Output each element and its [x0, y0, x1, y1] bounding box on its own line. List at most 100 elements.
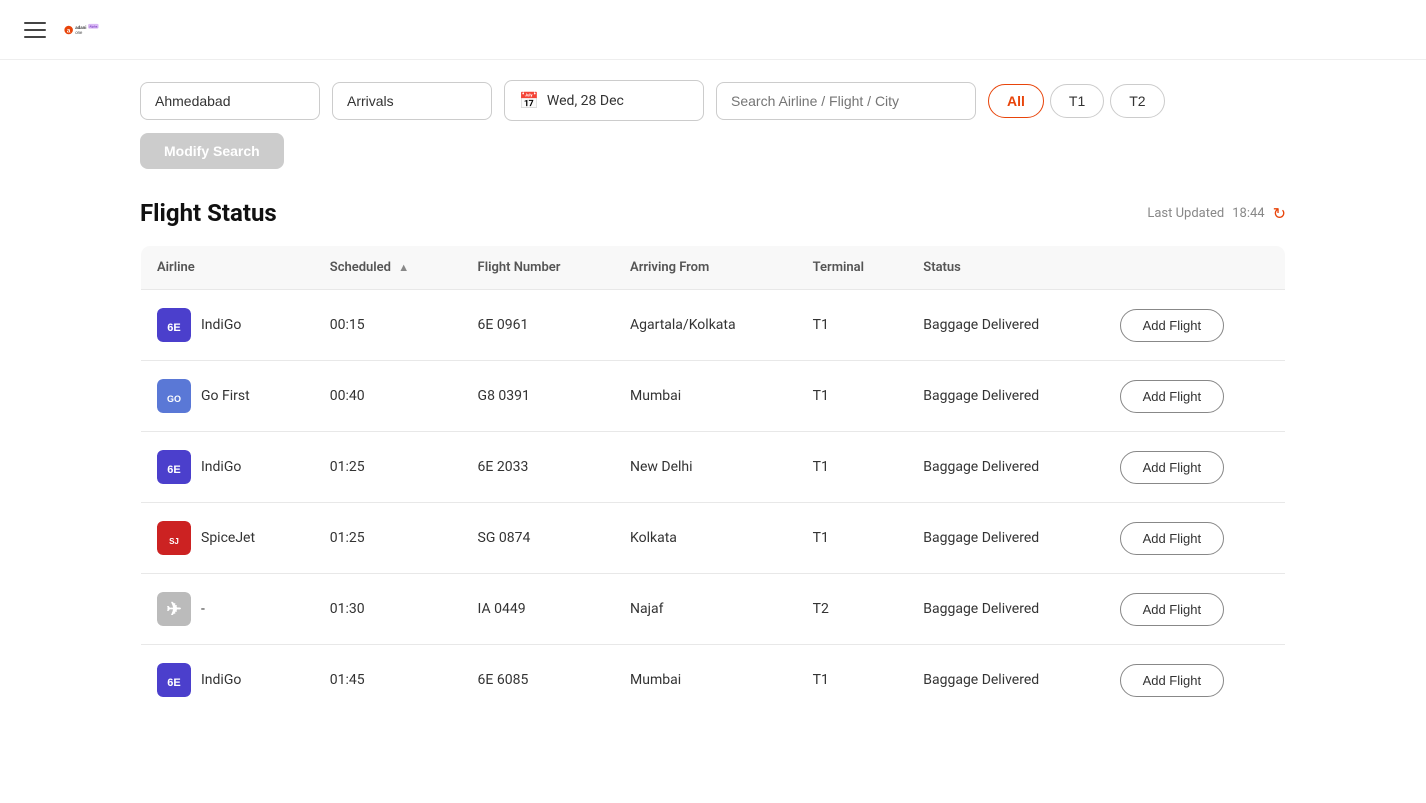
table-body: 6E IndiGo 00:15 6E 0961 Agartala/Kolkata… [141, 290, 1286, 716]
airline-name-0: IndiGo [201, 317, 241, 333]
action-cell-0: Add Flight [1104, 290, 1286, 361]
city-input[interactable] [140, 82, 320, 120]
airline-logo-3: SJ [157, 521, 191, 555]
table-row: SJ SpiceJet 01:25 SG 0874 Kolkata T1 Bag… [141, 503, 1286, 574]
filter-all-button[interactable]: All [988, 84, 1044, 118]
flight-number-cell-0: 6E 0961 [462, 290, 614, 361]
svg-text:one: one [75, 29, 83, 34]
add-flight-button-1[interactable]: Add Flight [1120, 380, 1225, 413]
svg-text:SJ: SJ [169, 537, 179, 546]
col-airline: Airline [141, 246, 314, 290]
airline-name-4: - [201, 601, 205, 617]
terminal-cell-3: T1 [797, 503, 908, 574]
main-content: Flight Status Last Updated 18:44 ↻ Airli… [0, 189, 1426, 756]
adani-one-logo: a adani one Alpha [62, 11, 100, 49]
hamburger-menu[interactable] [24, 22, 46, 38]
filter-t2-button[interactable]: T2 [1110, 84, 1164, 118]
airline-cell-3: SJ SpiceJet [141, 503, 314, 574]
add-flight-button-2[interactable]: Add Flight [1120, 451, 1225, 484]
airline-cell-2: 6E IndiGo [141, 432, 314, 503]
sort-icon: ▲ [398, 261, 409, 274]
col-flight-number: Flight Number [462, 246, 614, 290]
arriving-from-cell-4: Najaf [614, 574, 797, 645]
filter-t1-button[interactable]: T1 [1050, 84, 1104, 118]
svg-text:6E: 6E [167, 464, 180, 476]
add-flight-button-3[interactable]: Add Flight [1120, 522, 1225, 555]
airline-cell-1: GO Go First [141, 361, 314, 432]
svg-text:GO: GO [167, 394, 181, 404]
table-row: 6E IndiGo 00:15 6E 0961 Agartala/Kolkata… [141, 290, 1286, 361]
svg-text:a: a [67, 27, 71, 34]
last-updated-area: Last Updated 18:44 ↻ [1147, 204, 1286, 223]
airline-name-1: Go First [201, 388, 250, 404]
flight-number-cell-4: IA 0449 [462, 574, 614, 645]
add-flight-button-5[interactable]: Add Flight [1120, 664, 1225, 697]
flight-table: Airline Scheduled ▲ Flight Number Arrivi… [140, 245, 1286, 716]
svg-text:6E: 6E [167, 322, 180, 334]
airline-name-2: IndiGo [201, 459, 241, 475]
airline-logo-1: GO [157, 379, 191, 413]
add-flight-button-0[interactable]: Add Flight [1120, 309, 1225, 342]
table-row: ✈ - 01:30 IA 0449 Najaf T2 Baggage Deliv… [141, 574, 1286, 645]
arriving-from-cell-5: Mumbai [614, 645, 797, 716]
add-flight-button-4[interactable]: Add Flight [1120, 593, 1225, 626]
action-cell-5: Add Flight [1104, 645, 1286, 716]
navbar: a adani one Alpha [0, 0, 1426, 60]
arriving-from-cell-0: Agartala/Kolkata [614, 290, 797, 361]
terminal-cell-1: T1 [797, 361, 908, 432]
action-cell-1: Add Flight [1104, 361, 1286, 432]
status-cell-1: Baggage Delivered [907, 361, 1103, 432]
svg-text:Alpha: Alpha [89, 24, 97, 28]
table-row: GO Go First 00:40 G8 0391 Mumbai T1 Bagg… [141, 361, 1286, 432]
airline-logo-2: 6E [157, 450, 191, 484]
modify-search-button[interactable]: Modify Search [140, 133, 284, 169]
action-cell-2: Add Flight [1104, 432, 1286, 503]
airline-search-input[interactable] [716, 82, 976, 120]
airline-cell-5: 6E IndiGo [141, 645, 314, 716]
status-cell-2: Baggage Delivered [907, 432, 1103, 503]
flight-number-cell-3: SG 0874 [462, 503, 614, 574]
arriving-from-cell-2: New Delhi [614, 432, 797, 503]
airline-logo-5: 6E [157, 663, 191, 697]
terminal-cell-4: T2 [797, 574, 908, 645]
flight-type-input[interactable] [332, 82, 492, 120]
table-row: 6E IndiGo 01:45 6E 6085 Mumbai T1 Baggag… [141, 645, 1286, 716]
airline-name-5: IndiGo [201, 672, 241, 688]
scheduled-cell-4: 01:30 [314, 574, 462, 645]
status-cell-0: Baggage Delivered [907, 290, 1103, 361]
table-header: Airline Scheduled ▲ Flight Number Arrivi… [141, 246, 1286, 290]
svg-text:adani: adani [75, 25, 86, 30]
airline-name-3: SpiceJet [201, 530, 255, 546]
airline-cell-0: 6E IndiGo [141, 290, 314, 361]
scheduled-cell-1: 00:40 [314, 361, 462, 432]
flight-number-cell-5: 6E 6085 [462, 645, 614, 716]
action-cell-3: Add Flight [1104, 503, 1286, 574]
terminal-cell-0: T1 [797, 290, 908, 361]
scheduled-cell-0: 00:15 [314, 290, 462, 361]
col-scheduled[interactable]: Scheduled ▲ [314, 246, 462, 290]
col-action [1104, 246, 1286, 290]
airline-logo-0: 6E [157, 308, 191, 342]
svg-text:6E: 6E [167, 677, 180, 689]
refresh-icon[interactable]: ↻ [1273, 204, 1286, 223]
airline-cell-4: ✈ - [141, 574, 314, 645]
flight-number-cell-2: 6E 2033 [462, 432, 614, 503]
logo-area: a adani one Alpha [62, 11, 100, 49]
table-row: 6E IndiGo 01:25 6E 2033 New Delhi T1 Bag… [141, 432, 1286, 503]
svg-text:✈: ✈ [166, 599, 181, 619]
col-status: Status [907, 246, 1103, 290]
col-terminal: Terminal [797, 246, 908, 290]
action-cell-4: Add Flight [1104, 574, 1286, 645]
terminal-filter-group: All T1 T2 [988, 84, 1165, 118]
scheduled-cell-5: 01:45 [314, 645, 462, 716]
arriving-from-cell-3: Kolkata [614, 503, 797, 574]
terminal-cell-5: T1 [797, 645, 908, 716]
calendar-icon: 📅 [519, 91, 539, 110]
last-updated-time: 18:44 [1232, 206, 1264, 221]
terminal-cell-2: T1 [797, 432, 908, 503]
date-value: Wed, 28 Dec [547, 93, 624, 109]
scheduled-cell-2: 01:25 [314, 432, 462, 503]
status-cell-3: Baggage Delivered [907, 503, 1103, 574]
airline-logo-4: ✈ [157, 592, 191, 626]
date-input[interactable]: 📅 Wed, 28 Dec [504, 80, 704, 121]
